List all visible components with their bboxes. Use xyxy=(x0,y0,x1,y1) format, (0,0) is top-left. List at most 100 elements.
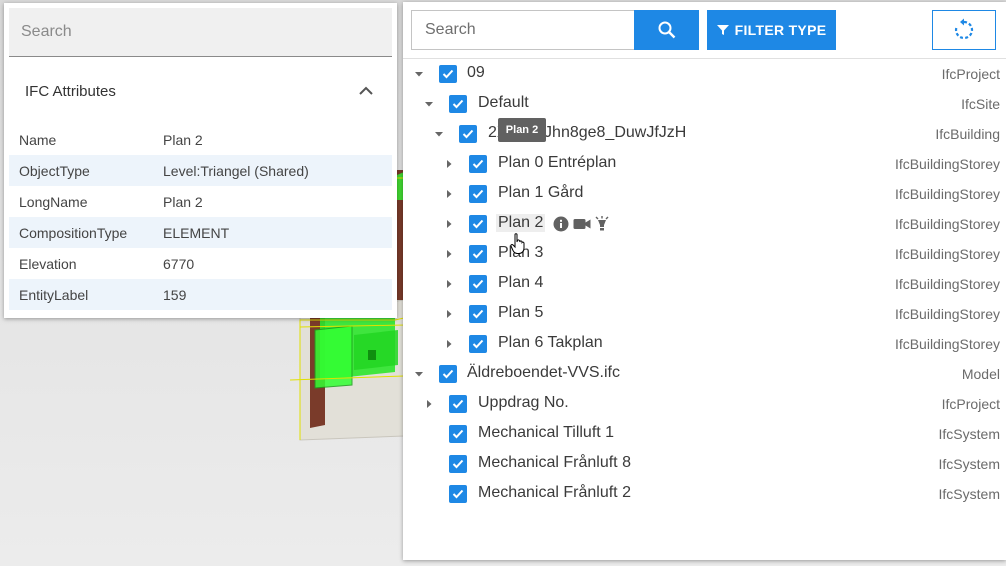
tree-node[interactable]: Plan 0 Entréplan IfcBuildingStorey xyxy=(403,149,1006,179)
tree-node[interactable]: Plan 6 Takplan IfcBuildingStorey xyxy=(403,329,1006,359)
tree-node[interactable]: 2XBJepJhn8ge8_DuwJfJzH IfcBuilding xyxy=(403,119,1006,149)
hand-cursor-icon xyxy=(510,233,525,254)
tree-node[interactable]: Plan 3 IfcBuildingStorey xyxy=(403,239,1006,269)
tree-node[interactable]: Plan 5 IfcBuildingStorey xyxy=(403,299,1006,329)
tree-node-type: IfcBuildingStorey xyxy=(894,186,1000,202)
tree-list: 09 IfcProject Default IfcSite 2XBJepJhn8… xyxy=(403,59,1006,509)
tree-node-label[interactable]: Mechanical Frånluft 2 xyxy=(478,484,631,502)
checkbox-checked-icon[interactable] xyxy=(469,185,487,203)
chevron-up-icon[interactable] xyxy=(356,81,376,101)
caret-down-icon[interactable] xyxy=(413,368,425,380)
tree-node-type: IfcBuildingStorey xyxy=(894,246,1000,262)
attributes-header[interactable]: IFC Attributes xyxy=(9,65,392,117)
checkbox-checked-icon[interactable] xyxy=(469,155,487,173)
filter-icon xyxy=(716,25,729,35)
caret-right-icon[interactable] xyxy=(443,158,455,170)
checkbox-checked-icon[interactable] xyxy=(439,65,457,83)
tree-node-label[interactable]: Plan 4 xyxy=(498,274,543,292)
tree-node[interactable]: Äldreboendet-VVS.ifc Model xyxy=(403,359,1006,389)
checkbox-checked-icon[interactable] xyxy=(459,125,477,143)
tree-node-label[interactable]: Plan 1 Gård xyxy=(498,184,583,202)
attribute-row: CompositionType ELEMENT xyxy=(9,217,392,248)
attribute-key: Name xyxy=(19,131,57,148)
tree-node-type: IfcProject xyxy=(941,66,1000,82)
filter-type-label: FILTER TYPE xyxy=(734,22,827,38)
checkbox-checked-icon[interactable] xyxy=(449,425,467,443)
tree-toolbar: FILTER TYPE xyxy=(403,2,1006,59)
tree-node-type: IfcSystem xyxy=(938,456,1000,472)
reset-view-icon xyxy=(954,18,974,40)
attribute-row: Name Plan 2 xyxy=(9,124,392,155)
caret-right-icon[interactable] xyxy=(443,338,455,350)
attribute-value: 159 xyxy=(163,286,187,303)
tree-node-type: IfcProject xyxy=(941,396,1000,412)
caret-down-icon[interactable] xyxy=(413,68,425,80)
caret-right-icon[interactable] xyxy=(443,188,455,200)
camera-icon[interactable] xyxy=(573,216,591,232)
tree-node[interactable]: Mechanical Tilluft 1 IfcSystem xyxy=(403,419,1006,449)
attribute-value: Plan 2 xyxy=(163,131,203,148)
reset-view-button[interactable] xyxy=(932,10,996,50)
tree-node-type: IfcBuildingStorey xyxy=(894,216,1000,232)
lightbulb-icon[interactable] xyxy=(595,216,609,232)
tree-node[interactable]: Uppdrag No. IfcProject xyxy=(403,389,1006,419)
attribute-key: Elevation xyxy=(19,255,77,272)
tree-node-label[interactable]: 09 xyxy=(467,64,485,82)
caret-right-icon[interactable] xyxy=(443,278,455,290)
checkbox-checked-icon[interactable] xyxy=(449,95,467,113)
caret-right-icon[interactable] xyxy=(423,398,435,410)
tree-node[interactable]: Default IfcSite xyxy=(403,89,1006,119)
tree-node-label[interactable]: Plan 0 Entréplan xyxy=(498,154,616,172)
checkbox-checked-icon[interactable] xyxy=(469,275,487,293)
info-icon[interactable] xyxy=(553,216,569,232)
tree-node-type: IfcBuildingStorey xyxy=(894,276,1000,292)
tree-node-label[interactable]: Plan 2 xyxy=(496,214,546,232)
caret-right-icon[interactable] xyxy=(443,248,455,260)
caret-down-icon[interactable] xyxy=(433,128,445,140)
tree-node[interactable]: Plan 4 IfcBuildingStorey xyxy=(403,269,1006,299)
attributes-search-input[interactable] xyxy=(21,23,392,41)
tree-node-type: IfcBuilding xyxy=(935,126,1000,142)
tree-node-label[interactable]: Plan 6 Takplan xyxy=(498,334,603,352)
ifc-attributes-panel: IFC Attributes Name Plan 2 ObjectType Le… xyxy=(4,3,397,318)
tree-node[interactable]: 09 IfcProject xyxy=(403,59,1006,89)
checkbox-checked-icon[interactable] xyxy=(469,305,487,323)
attribute-row: LongName Plan 2 xyxy=(9,186,392,217)
attribute-key: ObjectType xyxy=(19,162,90,179)
search-button[interactable] xyxy=(634,10,699,50)
tree-node-type: IfcSite xyxy=(961,96,1000,112)
tree-node-type: IfcBuildingStorey xyxy=(894,156,1000,172)
checkbox-checked-icon[interactable] xyxy=(449,455,467,473)
checkbox-checked-icon[interactable] xyxy=(439,365,457,383)
filter-type-button[interactable]: FILTER TYPE xyxy=(707,10,836,50)
checkbox-checked-icon[interactable] xyxy=(469,215,487,233)
checkbox-checked-icon[interactable] xyxy=(449,395,467,413)
attribute-row: ObjectType Level:Triangel (Shared) xyxy=(9,155,392,186)
tree-node-label[interactable]: Äldreboendet-VVS.ifc xyxy=(467,364,620,382)
tree-node-type: IfcSystem xyxy=(938,486,1000,502)
tree-node-label[interactable]: Plan 5 xyxy=(498,304,543,322)
caret-right-icon[interactable] xyxy=(443,308,455,320)
tree-node[interactable]: Plan 1 Gård IfcBuildingStorey xyxy=(403,179,1006,209)
attributes-search-field[interactable] xyxy=(9,8,392,57)
tree-search-field[interactable] xyxy=(411,10,635,50)
tooltip: Plan 2 xyxy=(498,118,546,142)
checkbox-checked-icon[interactable] xyxy=(469,245,487,263)
tree-node-label[interactable]: Uppdrag No. xyxy=(478,394,569,412)
checkbox-checked-icon[interactable] xyxy=(449,485,467,503)
caret-right-icon[interactable] xyxy=(443,218,455,230)
tree-node-label[interactable]: Default xyxy=(478,94,529,112)
tree-node-label[interactable]: Mechanical Frånluft 8 xyxy=(478,454,631,472)
checkbox-checked-icon[interactable] xyxy=(469,335,487,353)
attribute-value: Level:Triangel (Shared) xyxy=(163,162,309,179)
tree-node[interactable]: Mechanical Frånluft 8 IfcSystem xyxy=(403,449,1006,479)
tree-node[interactable]: Plan 2 IfcBuildingStorey xyxy=(403,209,1006,239)
attribute-value: Plan 2 xyxy=(163,193,203,210)
attribute-key: LongName xyxy=(19,193,88,210)
caret-down-icon[interactable] xyxy=(423,98,435,110)
tree-node[interactable]: Mechanical Frånluft 2 IfcSystem xyxy=(403,479,1006,509)
attributes-title: IFC Attributes xyxy=(25,82,116,100)
attribute-value: 6770 xyxy=(163,255,195,272)
tree-search-input[interactable] xyxy=(425,21,635,39)
tree-node-label[interactable]: Mechanical Tilluft 1 xyxy=(478,424,614,442)
